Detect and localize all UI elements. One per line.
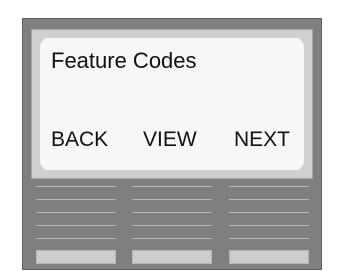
divider-line (132, 225, 212, 226)
divider-line (36, 186, 116, 187)
divider-line (229, 212, 309, 213)
lcd-display: Feature Codes BACK VIEW NEXT (40, 38, 304, 170)
phone-device: Feature Codes BACK VIEW NEXT (22, 18, 322, 270)
divider-line (36, 212, 116, 213)
divider-line (229, 225, 309, 226)
softkey-label-view: VIEW (143, 128, 197, 151)
divider-line (229, 186, 309, 187)
softkey-column-next (229, 186, 309, 266)
divider-line (36, 238, 116, 239)
display-title: Feature Codes (51, 48, 197, 73)
softkey-view-button[interactable] (132, 250, 212, 264)
divider-line (229, 199, 309, 200)
softkey-label-next: NEXT (234, 128, 291, 151)
divider-line (229, 238, 309, 239)
softkey-column-back (36, 186, 116, 266)
softkey-column-view (132, 186, 212, 266)
divider-line (36, 199, 116, 200)
divider-line (132, 199, 212, 200)
divider-line (132, 186, 212, 187)
divider-line (36, 225, 116, 226)
divider-line (132, 212, 212, 213)
display-bezel: Feature Codes BACK VIEW NEXT (31, 29, 313, 179)
softkey-next-button[interactable] (229, 250, 309, 264)
softkey-back-button[interactable] (36, 250, 116, 264)
softkey-label-back: BACK (51, 128, 109, 151)
divider-line (132, 238, 212, 239)
